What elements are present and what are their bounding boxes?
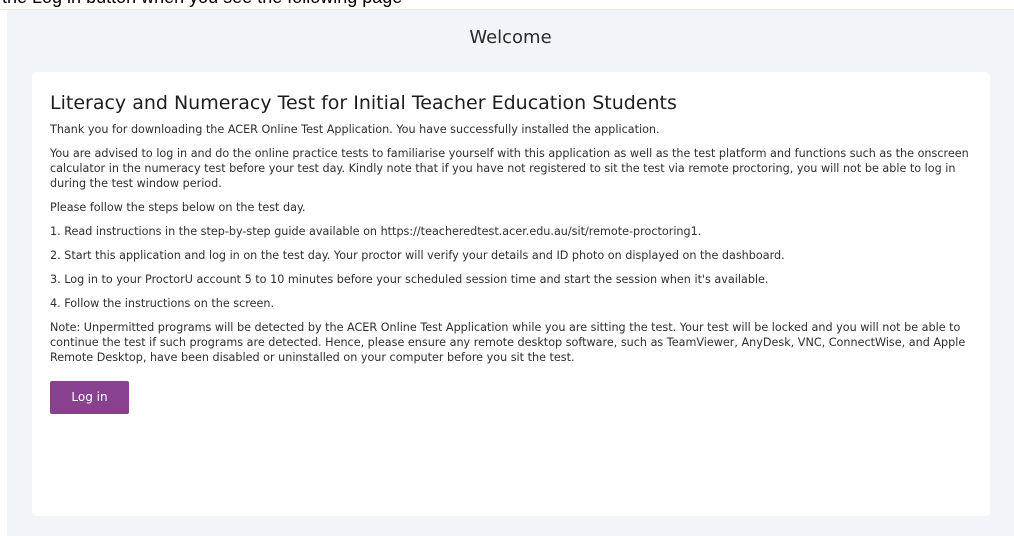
welcome-card: Literacy and Numeracy Test for Initial T… xyxy=(32,72,990,516)
window-title: Welcome xyxy=(469,27,552,48)
step-1-paragraph: 1. Read instructions in the step-by-step… xyxy=(50,225,702,238)
page-heading: Literacy and Numeracy Test for Initial T… xyxy=(50,92,677,114)
step-3-paragraph: 3. Log in to your ProctorU account 5 to … xyxy=(50,273,769,286)
intro-paragraph: Thank you for downloading the ACER Onlin… xyxy=(50,123,660,136)
advice-paragraph: You are advised to log in and do the onl… xyxy=(50,147,969,190)
card-content: Literacy and Numeracy Test for Initial T… xyxy=(50,91,974,414)
step-2-paragraph: 2. Start this application and log in on … xyxy=(50,249,785,262)
step-4-paragraph: 4. Follow the instructions on the screen… xyxy=(50,297,275,310)
top-cropped-text-strip: the Log in button when you see the follo… xyxy=(0,0,1014,9)
cropped-instruction-text: the Log in button when you see the follo… xyxy=(2,0,402,8)
login-button[interactable]: Log in xyxy=(50,381,129,414)
steps-intro-paragraph: Please follow the steps below on the tes… xyxy=(50,201,306,214)
app-window: Welcome Literacy and Numeracy Test for I… xyxy=(7,10,1014,536)
note-paragraph: Note: Unpermitted programs will be detec… xyxy=(50,321,966,364)
